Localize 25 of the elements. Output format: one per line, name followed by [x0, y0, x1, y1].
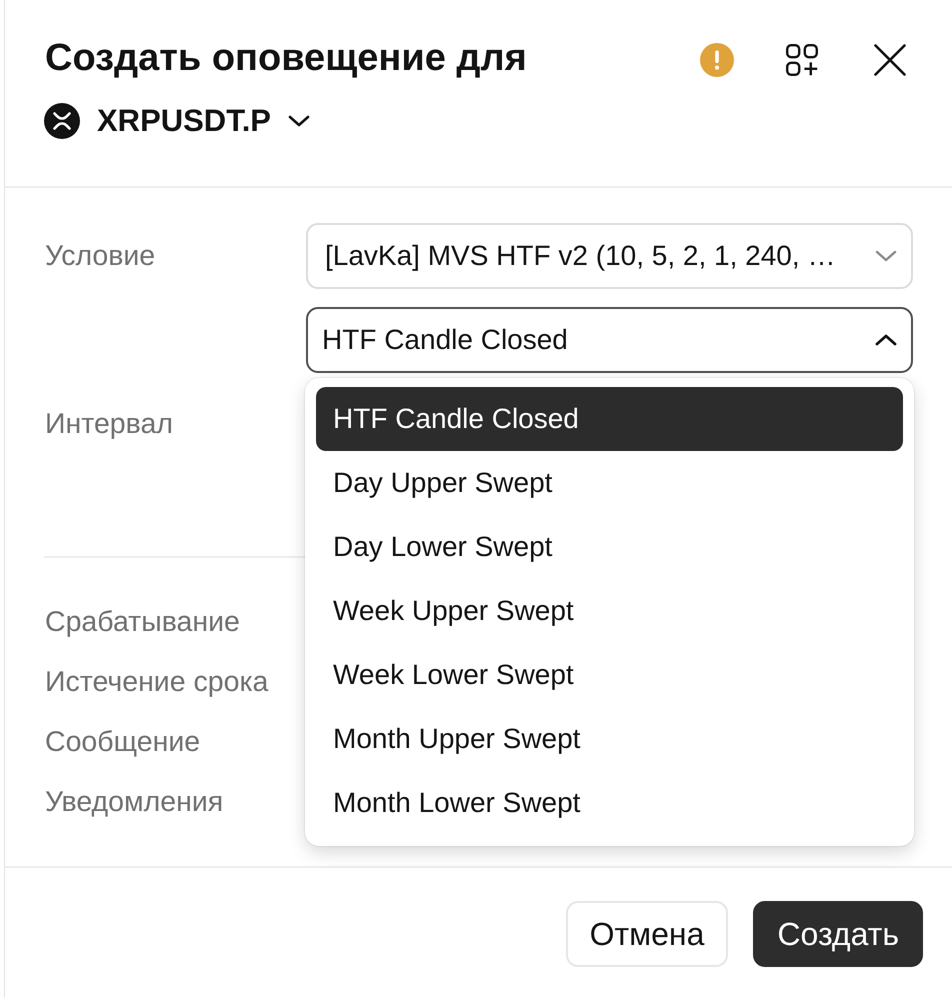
- chevron-up-icon: [875, 334, 897, 346]
- symbol-selector[interactable]: XRPUSDT.P: [44, 103, 310, 139]
- grid-plus-icon[interactable]: [786, 44, 818, 76]
- dropdown-option[interactable]: HTF Candle Closed: [316, 387, 903, 451]
- field-label: Истечение срока: [45, 666, 268, 698]
- dropdown-option[interactable]: Week Lower Swept: [316, 643, 903, 707]
- cancel-button[interactable]: Отмена: [566, 901, 728, 967]
- dropdown-option[interactable]: Month Lower Swept: [316, 771, 903, 835]
- field-label: Интервал: [45, 408, 174, 440]
- field-label: Сообщение: [45, 726, 200, 758]
- dropdown-option[interactable]: Day Upper Swept: [316, 451, 903, 515]
- field-label: Условие: [45, 240, 156, 272]
- close-icon[interactable]: [874, 44, 906, 76]
- chevron-down-icon: [875, 250, 897, 262]
- coin-logo-icon: [44, 103, 80, 139]
- dropdown-select[interactable]: HTF Candle Closed: [306, 307, 913, 373]
- dropdown-option[interactable]: Day Lower Swept: [316, 515, 903, 579]
- field-label: Срабатывание: [45, 606, 240, 638]
- create-button[interactable]: Создать: [753, 901, 923, 967]
- dropdown-option[interactable]: Week Upper Swept: [316, 579, 903, 643]
- dropdown-select[interactable]: [LavKa] MVS HTF v2 (10, 5, 2, 1, 240, …: [306, 223, 913, 289]
- chevron-down-icon: [288, 115, 310, 127]
- field-label: Уведомления: [45, 786, 224, 818]
- dialog-title: Создать оповещение для: [45, 36, 527, 80]
- dropdown-option[interactable]: Month Upper Swept: [316, 707, 903, 771]
